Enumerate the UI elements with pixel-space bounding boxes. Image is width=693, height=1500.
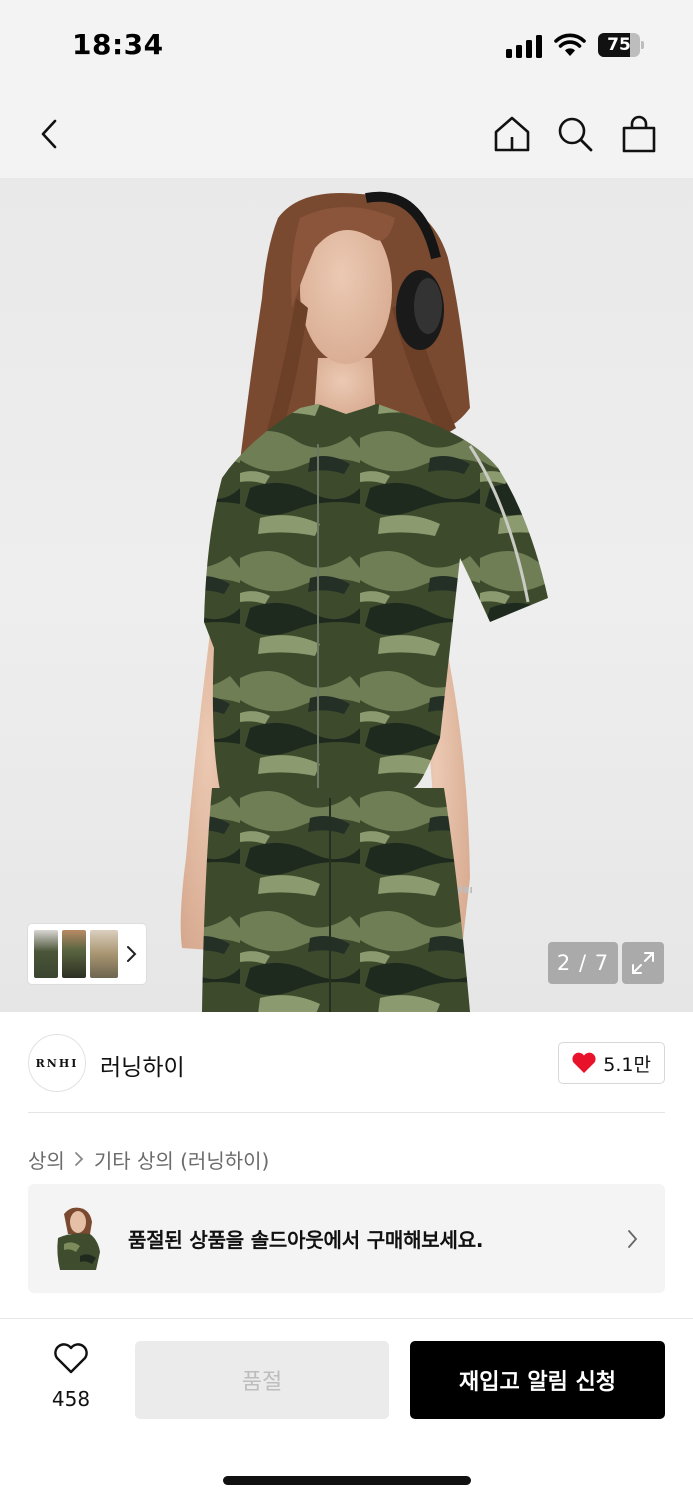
wishlist-count: 458 [51, 1387, 91, 1411]
thumbnail-strip[interactable] [28, 924, 146, 984]
bottom-action-bar: 458 품절 재입고 알림 신청 [0, 1318, 693, 1500]
chevron-right-icon [127, 946, 137, 962]
thumbnail-image[interactable] [90, 930, 118, 978]
home-indicator[interactable] [223, 1476, 471, 1485]
back-icon [41, 119, 57, 149]
top-navigation [0, 90, 693, 178]
chevron-right-icon [628, 1230, 638, 1248]
thumbnail-image[interactable] [34, 930, 58, 978]
heart-filled-icon [572, 1052, 596, 1073]
brand-like-count: 5.1만 [603, 1053, 651, 1076]
battery-level: 75 [607, 35, 631, 55]
chevron-right-icon [74, 1152, 84, 1166]
breadcrumb: 상의 기타 상의 (러닝하이) [28, 1144, 269, 1174]
brand-logo[interactable]: RNHI [28, 1034, 86, 1092]
breadcrumb-item-subcategory[interactable]: 기타 상의 (러닝하이) [94, 1145, 270, 1174]
soldout-button: 품절 [135, 1341, 389, 1419]
signal-icon [506, 34, 544, 58]
image-page-counter: 2 / 7 [548, 942, 618, 984]
breadcrumb-item-category[interactable]: 상의 [28, 1145, 65, 1174]
home-icon [494, 116, 530, 152]
home-button[interactable] [486, 108, 538, 160]
search-button[interactable] [549, 108, 601, 160]
divider [28, 1112, 665, 1113]
soldout-banner-text: 품절된 상품을 솔드아웃에서 구매해보세요. [128, 1228, 484, 1252]
product-photo [180, 191, 548, 1012]
status-time: 18:34 [72, 28, 164, 61]
expand-icon [632, 952, 654, 974]
restock-alert-button[interactable]: 재입고 알림 신청 [410, 1341, 665, 1419]
brand-name[interactable]: 러닝하이 [100, 1048, 185, 1082]
expand-button[interactable] [622, 942, 664, 984]
brand-logo-text: RNHI [35, 1056, 79, 1070]
back-button[interactable] [24, 108, 76, 160]
shopping-bag-icon [622, 115, 656, 153]
banner-product-thumbnail [50, 1204, 106, 1274]
thumbnail-image[interactable] [62, 930, 86, 978]
brand-row[interactable]: RNHI 러닝하이 5.1만 [28, 1034, 665, 1092]
cart-button[interactable] [613, 108, 665, 160]
soldout-promo-banner[interactable]: 품절된 상품을 솔드아웃에서 구매해보세요. [28, 1184, 665, 1293]
battery-icon: 75 [598, 33, 644, 57]
brand-like-button[interactable]: 5.1만 [558, 1042, 665, 1084]
wishlist-button[interactable]: 458 [40, 1343, 102, 1413]
search-icon [558, 117, 593, 152]
heart-outline-icon [54, 1343, 88, 1374]
status-bar: 18:34 75 [0, 0, 693, 90]
wifi-icon [554, 32, 586, 58]
product-image-gallery[interactable]: 2 / 7 [0, 178, 693, 1012]
